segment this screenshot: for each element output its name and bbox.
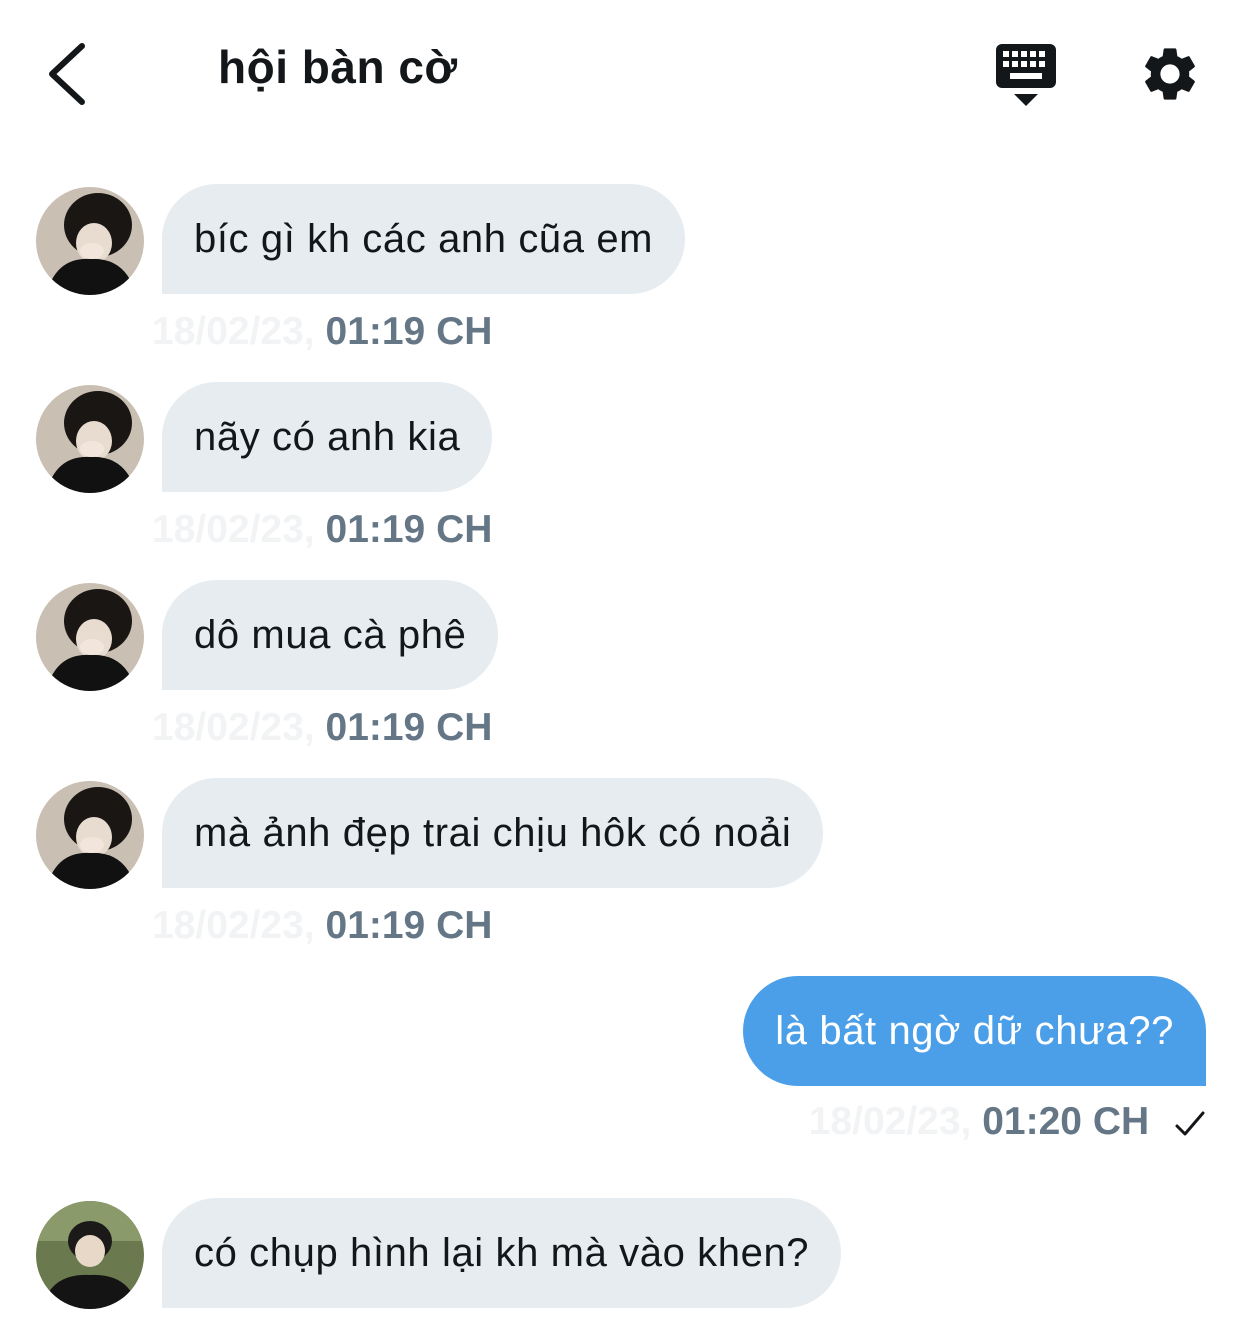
message-timestamp: 18/02/23, 01:19 CH	[152, 508, 492, 558]
chat-header: hội bàn cờ	[0, 0, 1242, 150]
chevron-left-icon	[49, 43, 85, 105]
avatar[interactable]	[36, 187, 144, 295]
message-time: 01:19 CH	[325, 904, 493, 947]
settings-button[interactable]	[1138, 42, 1202, 106]
avatar-photo	[36, 385, 144, 493]
message-timestamp: 18/02/23, 01:19 CH	[152, 706, 492, 756]
avatar[interactable]	[36, 385, 144, 493]
message-date: 18/02/23,	[808, 1100, 972, 1143]
message-date: 18/02/23,	[152, 706, 315, 749]
message-row: có chụp hình lại kh mà vào khen?	[0, 1198, 1242, 1310]
message-bubble[interactable]: bíc gì kh các anh cũa em	[162, 184, 686, 294]
avatar[interactable]	[36, 1201, 144, 1309]
message-bubble[interactable]: mà ảnh đẹp trai chịu hôk có noải	[162, 778, 824, 888]
message-timestamp: 18/02/23, 01:19 CH	[152, 310, 492, 360]
avatar-photo	[36, 1201, 144, 1309]
message-date: 18/02/23,	[152, 904, 315, 947]
message-time: 01:19 CH	[325, 310, 493, 353]
message-timestamp: 18/02/23, 01:20 CH	[809, 1100, 1206, 1150]
keyboard-toggle-button[interactable]	[994, 42, 1058, 108]
message-row: dô mua cà phê 18/02/23, 01:19 CH	[0, 580, 1242, 750]
message-bubble-outgoing[interactable]: là bất ngờ dữ chưa??	[743, 976, 1206, 1086]
message-row-outgoing: là bất ngờ dữ chưa?? 18/02/23, 01:20 CH	[0, 976, 1242, 1156]
avatar[interactable]	[36, 583, 144, 691]
message-row: bíc gì kh các anh cũa em 18/02/23, 01:19…	[0, 184, 1242, 354]
message-bubble[interactable]: dô mua cà phê	[162, 580, 499, 690]
message-time: 01:19 CH	[325, 706, 493, 749]
message-bubble[interactable]: có chụp hình lại kh mà vào khen?	[162, 1198, 842, 1308]
message-row: mà ảnh đẹp trai chịu hôk có noải 18/02/2…	[0, 778, 1242, 948]
conversation-title: hội bàn cờ	[218, 41, 458, 93]
sent-check-icon	[1175, 1111, 1205, 1136]
message-date: 18/02/23,	[152, 310, 315, 353]
avatar-photo	[36, 781, 144, 889]
chat-screen: hội bàn cờ bíc gì kh các anh cũa em 18/0…	[0, 0, 1242, 1325]
avatar-photo	[36, 583, 144, 691]
avatar[interactable]	[36, 781, 144, 889]
message-time: 01:19 CH	[325, 508, 493, 551]
message-date: 18/02/23,	[152, 508, 315, 551]
message-row: nãy có anh kia 18/02/23, 01:19 CH	[0, 382, 1242, 552]
message-timestamp: 18/02/23, 01:19 CH	[152, 904, 492, 954]
gear-icon	[1145, 48, 1195, 100]
avatar-photo	[36, 187, 144, 295]
message-time: 01:20 CH	[982, 1100, 1150, 1143]
keyboard-hide-icon	[996, 44, 1056, 106]
back-button[interactable]	[38, 38, 98, 110]
message-bubble[interactable]: nãy có anh kia	[162, 382, 493, 492]
